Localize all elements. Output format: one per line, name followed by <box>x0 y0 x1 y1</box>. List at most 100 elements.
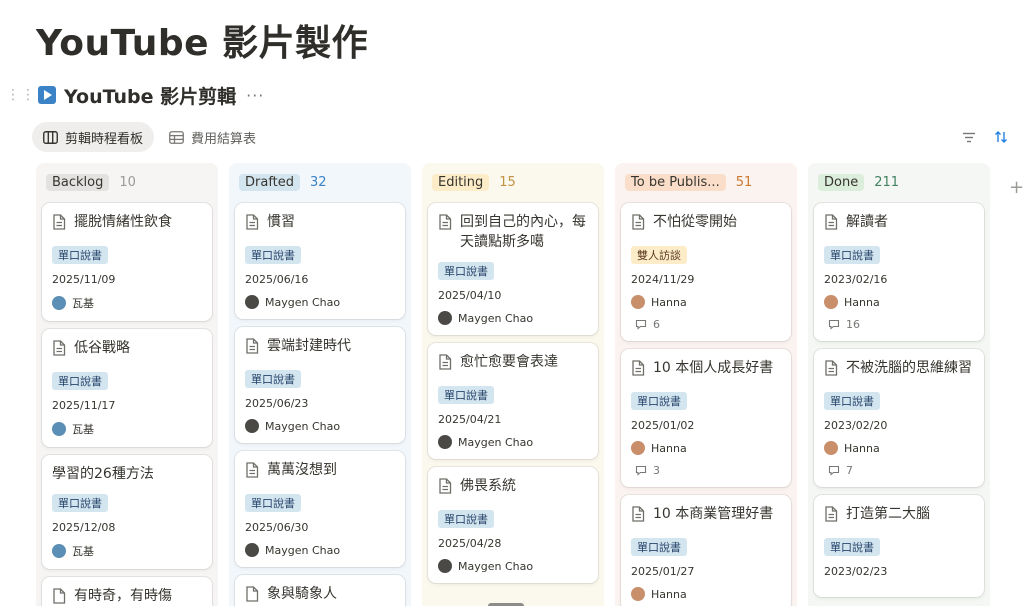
tab-board-view[interactable]: 剪輯時程看板 <box>32 122 155 152</box>
person-name: 瓦基 <box>72 423 94 436</box>
tab-board-label: 剪輯時程看板 <box>65 131 144 147</box>
card-title: 象與騎象人 <box>267 586 337 602</box>
column-header[interactable]: To be Publis... 51 <box>621 169 791 195</box>
card-title: 擺脫情緒性飲食 <box>74 214 172 230</box>
card[interactable]: 雲端封建時代 單口說書 2025/06/23 Maygen Chao <box>235 327 405 443</box>
card-title: 學習的26種方法 <box>52 466 154 482</box>
card[interactable]: 不被洗腦的思維練習 單口說書 2023/02/20 Hanna 7 <box>814 349 984 487</box>
avatar <box>824 441 838 455</box>
avatar <box>245 295 259 309</box>
card[interactable]: 學習的26種方法 單口說書 2025/12/08 瓦基 <box>42 455 212 569</box>
page-icon <box>438 354 452 376</box>
avatar <box>631 587 645 601</box>
card[interactable]: 愈忙愈要會表達 單口說書 2025/04/21 Maygen Chao <box>428 343 598 459</box>
avatar <box>245 419 259 433</box>
card-title: 回到自己的內心，每天讀點斯多噶 <box>460 214 586 250</box>
card-title: 不怕從零開始 <box>653 214 737 230</box>
comment-count: 3 <box>635 464 781 477</box>
column-status-tag: Editing <box>432 173 490 191</box>
page-icon <box>52 340 66 362</box>
type-tag: 單口說書 <box>245 494 301 512</box>
page-title: YouTube 影片製作 <box>36 23 369 64</box>
column-count: 211 <box>874 174 900 190</box>
person-name: Hanna <box>651 587 687 601</box>
card-date: 2025/06/16 <box>245 273 309 286</box>
database-title[interactable]: YouTube 影片剪輯 <box>64 82 236 109</box>
filter-icon[interactable] <box>960 128 978 146</box>
type-tag: 單口說書 <box>824 246 880 264</box>
avatar <box>438 559 452 573</box>
column-header[interactable]: Backlog 10 <box>42 169 212 195</box>
column-header[interactable]: Done 211 <box>814 169 984 195</box>
page-icon <box>824 360 838 382</box>
card-title: 愈忙愈要會表達 <box>460 354 558 370</box>
page-icon <box>824 506 838 528</box>
card-date: 2025/01/02 <box>631 419 695 432</box>
page-icon <box>438 478 452 500</box>
avatar <box>52 544 66 558</box>
card[interactable]: 回到自己的內心，每天讀點斯多噶 單口說書 2025/04/10 Maygen C… <box>428 203 598 335</box>
comment-count: 6 <box>635 318 781 331</box>
sort-icon[interactable] <box>992 128 1010 146</box>
card-title: 不被洗腦的思維練習 <box>846 360 972 376</box>
person-name: Maygen Chao <box>458 435 534 449</box>
card[interactable]: 解讀者 單口說書 2023/02/16 Hanna 16 <box>814 203 984 341</box>
person-name: Hanna <box>651 441 687 455</box>
card[interactable]: 象與騎象人 <box>235 575 405 606</box>
tab-table-view[interactable]: 費用結算表 <box>158 122 267 152</box>
person-name: 瓦基 <box>72 545 94 558</box>
column-header[interactable]: Editing 15 <box>428 169 598 195</box>
drag-handle-icon[interactable]: ⋮⋮ <box>6 88 35 102</box>
type-tag: 單口說書 <box>824 392 880 410</box>
person-name: Hanna <box>651 295 687 309</box>
more-options-icon[interactable]: ··· <box>246 86 264 105</box>
comment-icon <box>828 319 840 330</box>
column-to-be-published: To be Publis... 51 不怕從零開始 雙人訪談 2024/11/2… <box>615 163 797 606</box>
person-name: Maygen Chao <box>458 311 534 325</box>
card[interactable]: 10 本個人成長好書 單口說書 2025/01/02 Hanna 3 <box>621 349 791 487</box>
type-tag: 雙人訪談 <box>631 246 687 264</box>
card[interactable]: 萬萬沒想到 單口說書 2025/06/30 Maygen Chao <box>235 451 405 567</box>
tab-table-label: 費用結算表 <box>191 131 257 147</box>
card-date: 2025/04/28 <box>438 537 502 550</box>
card[interactable]: 10 本商業管理好書 單口說書 2025/01/27 Hanna <box>621 495 791 606</box>
column-header[interactable]: Drafted 32 <box>235 169 405 195</box>
person-name: Hanna <box>844 295 880 309</box>
card-title: 慣習 <box>267 214 295 230</box>
card[interactable]: 不怕從零開始 雙人訪談 2024/11/29 Hanna 6 <box>621 203 791 341</box>
card[interactable]: 有時奇，有時傷 <box>42 577 212 606</box>
column-status-tag: Backlog <box>46 173 110 191</box>
type-tag: 單口說書 <box>824 538 880 556</box>
card[interactable]: 打造第二大腦 單口說書 2023/02/23 <box>814 495 984 597</box>
card-title: 打造第二大腦 <box>846 506 930 522</box>
avatar <box>52 422 66 436</box>
person-name: Maygen Chao <box>265 543 341 557</box>
card-date: 2025/01/27 <box>631 565 695 578</box>
type-tag: 單口說書 <box>631 392 687 410</box>
card[interactable]: 佛畏系統 單口說書 2025/04/28 Maygen Chao <box>428 467 598 583</box>
column-count: 51 <box>735 174 753 190</box>
comment-icon <box>635 465 647 476</box>
avatar <box>245 543 259 557</box>
card-date: 2025/04/21 <box>438 413 502 426</box>
person-name: 瓦基 <box>72 297 94 310</box>
add-group-icon[interactable]: + <box>1009 177 1024 198</box>
type-tag: 單口說書 <box>438 386 494 404</box>
type-tag: 單口說書 <box>52 494 108 512</box>
card-date: 2025/11/17 <box>52 399 116 412</box>
page-icon <box>824 214 838 236</box>
comment-icon <box>828 465 840 476</box>
column-count: 15 <box>499 174 516 190</box>
card-title: 雲端封建時代 <box>267 338 351 354</box>
card[interactable]: 低谷戰略 單口說書 2025/11/17 瓦基 <box>42 329 212 447</box>
card-title: 低谷戰略 <box>74 340 130 356</box>
card-date: 2025/12/08 <box>52 521 116 534</box>
person-name: Hanna <box>844 441 880 455</box>
card-date: 2023/02/20 <box>824 419 888 432</box>
page-icon <box>631 214 645 236</box>
person-name: Maygen Chao <box>265 419 341 433</box>
avatar <box>631 441 645 455</box>
card[interactable]: 慣習 單口說書 2025/06/16 Maygen Chao <box>235 203 405 319</box>
card-date: 2024/11/29 <box>631 273 695 286</box>
card[interactable]: 擺脫情緒性飲食 單口說書 2025/11/09 瓦基 <box>42 203 212 321</box>
